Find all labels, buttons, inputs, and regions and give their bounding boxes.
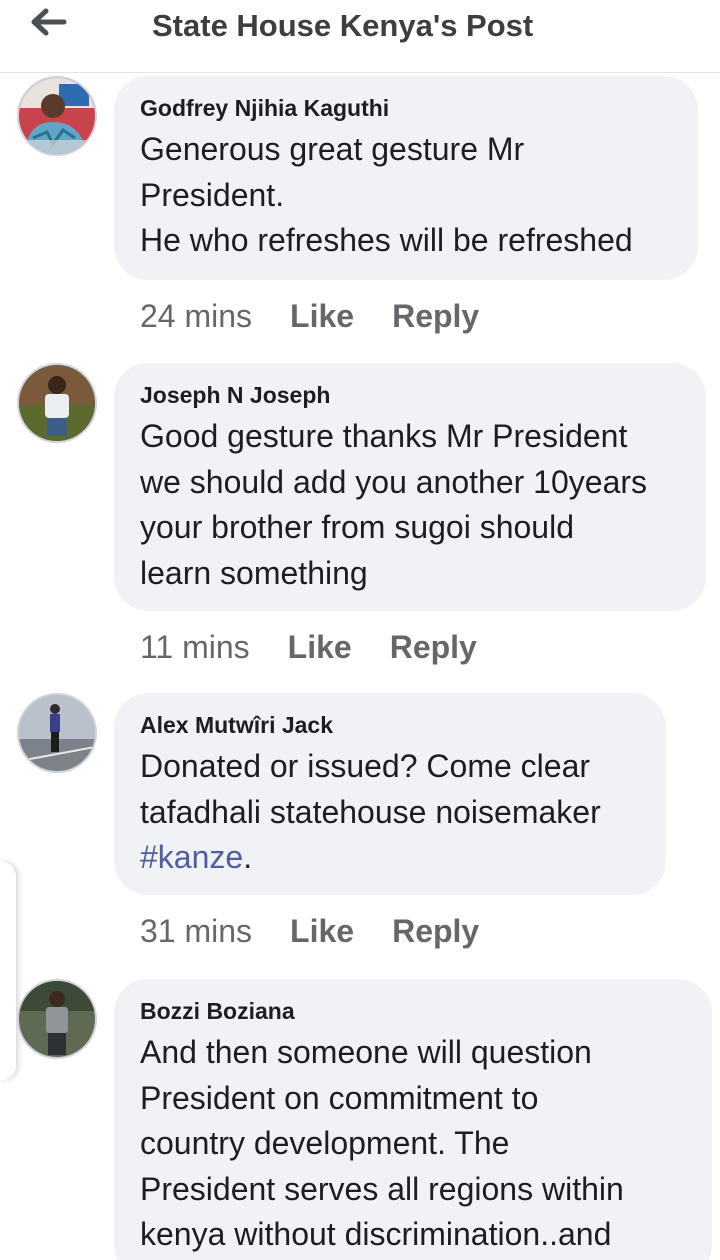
comment-text: And then someone will question President… xyxy=(140,1030,686,1258)
arrow-left-icon xyxy=(31,8,67,36)
comment-line: learn something xyxy=(140,554,368,591)
comment-actions: 31 mins Like Reply xyxy=(140,913,479,953)
reply-button[interactable]: Reply xyxy=(392,298,479,334)
comment-line: President on commitment to xyxy=(140,1079,539,1116)
comment-text: Good gesture thanks Mr President we shou… xyxy=(140,414,680,596)
comment-actions: 11 mins Like Reply xyxy=(140,629,477,669)
avatar[interactable] xyxy=(17,979,97,1059)
comment-line: He who refreshes will be refreshed xyxy=(140,222,633,258)
comment-text: Generous great gesture Mr President. He … xyxy=(140,127,672,264)
comment-line: #kanze. xyxy=(140,835,640,881)
top-bar: State House Kenya's Post xyxy=(0,0,720,73)
comment-timestamp: 31 mins xyxy=(140,913,253,949)
comment-line: President serves all regions within xyxy=(140,1170,624,1207)
like-button[interactable]: Like xyxy=(290,298,354,334)
comment-bubble: Godfrey Njihia Kaguthi Generous great ge… xyxy=(114,76,698,280)
comment-line: Generous great gesture Mr xyxy=(140,131,525,167)
comment-line: Donated or issued? Come clear xyxy=(140,748,591,784)
comment-line: your brother from sugoi should xyxy=(140,509,574,545)
comments-screen: State House Kenya's Post Godfrey Njihia … xyxy=(0,0,720,1260)
like-button[interactable]: Like xyxy=(288,629,352,665)
comment-line: And then someone will question xyxy=(140,1034,592,1070)
comment-bubble: Alex Mutwîri Jack Donated or issued? Com… xyxy=(114,693,666,895)
comment-bubble: Joseph N Joseph Good gesture thanks Mr P… xyxy=(114,363,706,611)
comment-line: Good gesture thanks Mr President xyxy=(140,418,628,454)
comment-line: President. xyxy=(140,176,285,213)
comment-author[interactable]: Godfrey Njihia Kaguthi xyxy=(140,94,672,122)
comment-text: Donated or issued? Come clear tafadhali … xyxy=(140,744,640,881)
comment-author[interactable]: Bozzi Boziana xyxy=(140,997,686,1025)
side-panel-edge xyxy=(0,862,16,1080)
avatar[interactable] xyxy=(17,693,97,773)
page-title: State House Kenya's Post xyxy=(152,8,534,43)
comment-author[interactable]: Alex Mutwîri Jack xyxy=(140,711,640,739)
comment-line: tafadhali statehouse noisemaker xyxy=(140,793,601,830)
hashtag-link[interactable]: #kanze xyxy=(140,839,243,875)
hashtag-suffix: . xyxy=(243,839,253,875)
reply-button[interactable]: Reply xyxy=(390,629,477,665)
like-button[interactable]: Like xyxy=(290,913,354,949)
comment-line: country development. The xyxy=(140,1125,510,1161)
avatar[interactable] xyxy=(17,76,97,156)
reply-button[interactable]: Reply xyxy=(392,913,479,949)
comment-author[interactable]: Joseph N Joseph xyxy=(140,381,680,409)
comment-line: we should add you another 10years xyxy=(140,463,648,500)
back-button[interactable] xyxy=(26,6,70,38)
comment-line: kenya without discrimination..and xyxy=(140,1216,612,1252)
avatar[interactable] xyxy=(17,363,97,443)
comment-timestamp: 24 mins xyxy=(140,298,253,334)
comment-bubble: Bozzi Boziana And then someone will ques… xyxy=(114,979,712,1260)
comment-timestamp: 11 mins xyxy=(140,629,250,665)
comment-actions: 24 mins Like Reply xyxy=(140,298,479,338)
